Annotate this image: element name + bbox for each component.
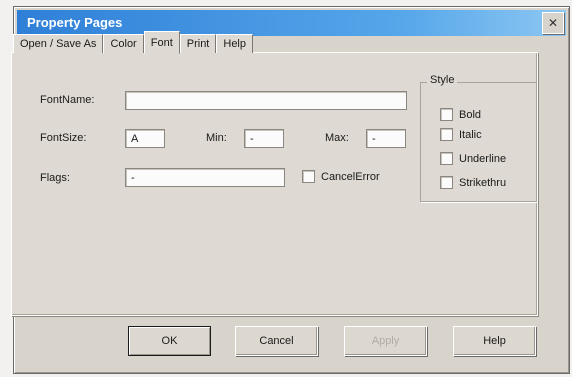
italic-checkbox[interactable] xyxy=(440,128,453,141)
close-icon[interactable]: ✕ xyxy=(542,12,564,34)
style-underline-row[interactable]: Underline xyxy=(440,152,506,165)
style-strikethru-row[interactable]: Strikethru xyxy=(440,176,506,189)
style-bold-row[interactable]: Bold xyxy=(440,108,481,121)
underline-checkbox[interactable] xyxy=(440,152,453,165)
tab-open-save-as[interactable]: Open / Save As xyxy=(13,34,104,53)
max-input[interactable]: - xyxy=(366,129,406,148)
flags-label: Flags: xyxy=(40,172,70,184)
tab-help[interactable]: Help xyxy=(216,34,253,53)
cancel-error-checkbox[interactable] xyxy=(302,170,315,183)
font-size-input[interactable]: A xyxy=(125,129,165,148)
strikethru-label: Strikethru xyxy=(459,176,507,189)
style-italic-row[interactable]: Italic xyxy=(440,128,482,141)
strikethru-checkbox[interactable] xyxy=(440,176,453,189)
apply-button[interactable]: Apply xyxy=(344,326,427,356)
cancel-button[interactable]: Cancel xyxy=(235,326,318,356)
italic-label: Italic xyxy=(459,128,482,141)
max-label: Max: xyxy=(325,132,349,144)
font-name-label: FontName: xyxy=(40,94,95,106)
window-title: Property Pages xyxy=(27,15,123,30)
font-name-input[interactable] xyxy=(125,91,407,110)
bold-checkbox[interactable] xyxy=(440,108,453,121)
style-group-title: Style xyxy=(427,74,458,86)
tab-print[interactable]: Print xyxy=(179,34,217,53)
min-input[interactable]: - xyxy=(244,129,284,148)
help-button[interactable]: Help xyxy=(453,326,536,356)
flags-input[interactable]: - xyxy=(125,168,285,187)
bold-label: Bold xyxy=(459,108,482,121)
cancel-error-checkbox-row[interactable]: CancelError xyxy=(302,170,380,183)
tab-font[interactable]: Font xyxy=(143,31,180,54)
ok-button[interactable]: OK xyxy=(128,326,211,356)
min-label: Min: xyxy=(206,132,227,144)
tab-strip: Open / Save As Color Font Print Help xyxy=(13,31,253,54)
underline-label: Underline xyxy=(459,152,507,165)
font-size-label: FontSize: xyxy=(40,132,87,144)
cancel-error-label: CancelError xyxy=(321,170,380,183)
tab-color[interactable]: Color xyxy=(103,34,144,53)
